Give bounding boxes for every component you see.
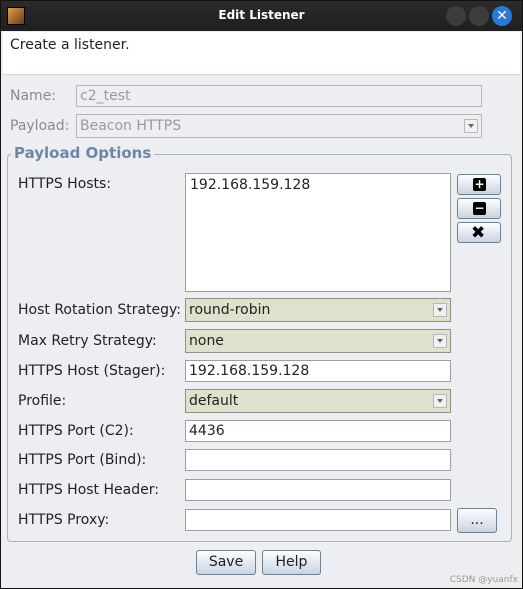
remove-host-button[interactable]: − [457,198,501,219]
https-hosts-list[interactable]: 192.168.159.128 [185,173,451,292]
title-bar: Edit Listener ✕ [1,1,522,31]
stager-host-label: HTTPS Host (Stager): [18,363,166,379]
host-rotation-value: round-robin [189,302,271,318]
host-header-label: HTTPS Host Header: [18,482,159,498]
description-text: Create a listener. [10,37,130,53]
close-icon: ✕ [496,8,508,24]
group-title: Payload Options [11,144,155,162]
profile-label: Profile: [18,393,67,409]
x-icon: ✖ [471,223,486,243]
proxy-label: HTTPS Proxy: [18,512,110,528]
watermark-text: CSDN @yuanfx [449,575,518,585]
stager-host-field[interactable]: 192.168.159.128 [185,360,451,382]
chevron-down-icon [433,334,447,348]
name-field[interactable]: c2_test [76,85,482,107]
max-retry-label: Max Retry Strategy: [18,333,157,349]
profile-value: default [189,393,239,409]
save-button[interactable]: Save [196,550,256,575]
port-bind-field[interactable] [185,449,451,471]
minus-icon: − [473,201,486,215]
plus-icon: + [473,177,486,191]
window-title: Edit Listener [218,8,305,22]
payload-value: Beacon HTTPS [80,118,182,134]
clear-hosts-button[interactable]: ✖ [457,222,501,243]
port-c2-field[interactable]: 4436 [185,420,451,442]
port-bind-label: HTTPS Port (Bind): [18,452,147,468]
max-retry-select[interactable]: none [185,329,451,353]
add-host-button[interactable]: + [457,174,501,195]
max-retry-value: none [189,333,224,349]
https-hosts-label: HTTPS Hosts: [18,176,112,192]
profile-select[interactable]: default [185,389,451,413]
payload-label: Payload: [10,118,70,134]
proxy-browse-button[interactable]: ... [457,508,497,533]
list-item[interactable]: 192.168.159.128 [190,177,446,193]
chevron-down-icon [433,303,447,317]
host-rotation-label: Host Rotation Strategy: [18,302,182,318]
proxy-field[interactable] [185,509,451,531]
close-button[interactable]: ✕ [492,6,512,26]
description-panel: Create a listener. [3,32,520,75]
chevron-down-icon [464,119,478,133]
minimize-button[interactable] [446,6,466,26]
help-button[interactable]: Help [262,550,321,575]
payload-select[interactable]: Beacon HTTPS [76,114,482,138]
port-c2-label: HTTPS Port (C2): [18,423,134,439]
name-label: Name: [10,88,57,104]
host-rotation-select[interactable]: round-robin [185,298,451,322]
edit-listener-window: Edit Listener ✕ Create a listener. Name:… [0,0,523,589]
maximize-button[interactable] [469,6,489,26]
host-header-field[interactable] [185,479,451,501]
chevron-down-icon [433,394,447,408]
